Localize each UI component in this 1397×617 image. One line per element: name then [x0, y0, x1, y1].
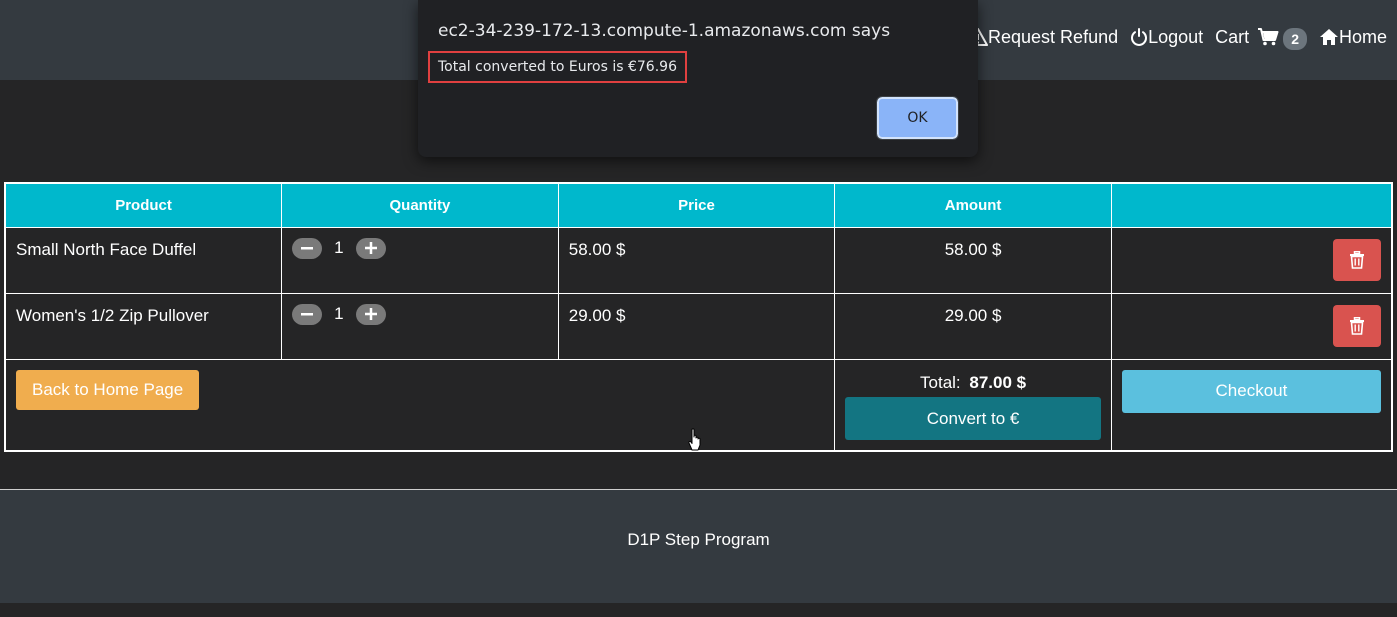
cart-table: Product Quantity Price Amount Small Nort… [4, 182, 1393, 452]
price-cell: 29.00 $ [557, 292, 836, 360]
quantity-value: 1 [334, 304, 344, 323]
cart-link[interactable]: Cart 2 [1215, 24, 1307, 50]
logout-label: Logout [1148, 26, 1204, 47]
product-name: Small North Face Duffel [4, 226, 283, 294]
nav-links: Request Refund Logout Cart 2 Home [956, 24, 1387, 50]
column-header-product: Product [4, 182, 283, 228]
trash-icon [1350, 316, 1364, 335]
increase-quantity-button[interactable] [355, 303, 386, 325]
actions-cell [1110, 292, 1393, 360]
amount-cell: 58.00 $ [834, 226, 1112, 294]
column-header-price: Price [557, 182, 836, 228]
table-header-row: Product Quantity Price Amount [4, 182, 1393, 228]
trash-icon [1350, 250, 1364, 269]
total-line: Total: 87.00 $ [845, 373, 1101, 393]
home-link[interactable]: Home [1319, 27, 1387, 48]
minus-icon [301, 247, 314, 250]
hand-cursor-icon [688, 428, 702, 457]
decrease-quantity-button[interactable] [292, 237, 323, 259]
total-value: 87.00 $ [969, 372, 1027, 392]
total-label: Total: [920, 372, 961, 392]
actions-cell [1110, 226, 1393, 294]
back-cell: Back to Home Page [4, 358, 836, 451]
quantity-stepper: 1 [292, 237, 548, 259]
quantity-cell: 1 [281, 226, 559, 294]
column-header-quantity: Quantity [281, 182, 559, 228]
dialog-title: ec2-34-239-172-13.compute-1.amazonaws.co… [438, 21, 891, 41]
product-name: Women's 1/2 Zip Pullover [4, 292, 283, 360]
price-cell: 58.00 $ [557, 226, 836, 294]
plus-icon [364, 242, 377, 254]
plus-icon [364, 308, 377, 320]
power-icon [1130, 28, 1148, 46]
quantity-stepper: 1 [292, 303, 548, 325]
cart-icon [1257, 28, 1279, 46]
back-to-home-button[interactable]: Back to Home Page [16, 369, 200, 410]
cart-count-badge: 2 [1283, 28, 1307, 50]
amount-cell: 29.00 $ [834, 292, 1112, 360]
table-row: Women's 1/2 Zip Pullover 1 29.00 $ 29.00… [4, 292, 1393, 360]
ok-button[interactable]: OK [876, 96, 959, 140]
table-row: Small North Face Duffel 1 58.00 $ 58.00 … [4, 226, 1393, 294]
convert-to-euro-button[interactable]: Convert to € [845, 396, 1101, 440]
minus-icon [301, 313, 314, 316]
home-label: Home [1338, 26, 1387, 47]
quantity-value: 1 [334, 238, 344, 257]
increase-quantity-button[interactable] [355, 237, 386, 259]
request-refund-label: Request Refund [988, 26, 1119, 47]
checkout-button[interactable]: Checkout [1121, 369, 1381, 413]
delete-item-button[interactable] [1333, 238, 1381, 281]
footer: D1P Step Program [0, 489, 1397, 603]
cart-label: Cart [1215, 26, 1250, 47]
quantity-cell: 1 [281, 292, 559, 360]
footer-text: D1P Step Program [627, 530, 770, 549]
column-header-amount: Amount [834, 182, 1112, 228]
logout-link[interactable]: Logout [1130, 27, 1203, 48]
decrease-quantity-button[interactable] [292, 303, 323, 325]
alert-dialog: ec2-34-239-172-13.compute-1.amazonaws.co… [418, 0, 978, 157]
request-refund-link[interactable]: Request Refund [968, 27, 1118, 48]
dialog-message: Total converted to Euros is €76.96 [428, 51, 687, 83]
column-header-actions [1110, 182, 1393, 228]
delete-item-button[interactable] [1333, 304, 1381, 347]
checkout-cell: Checkout [1110, 358, 1393, 451]
home-icon [1319, 28, 1339, 46]
total-cell: Total: 87.00 $ Convert to € [834, 358, 1112, 451]
